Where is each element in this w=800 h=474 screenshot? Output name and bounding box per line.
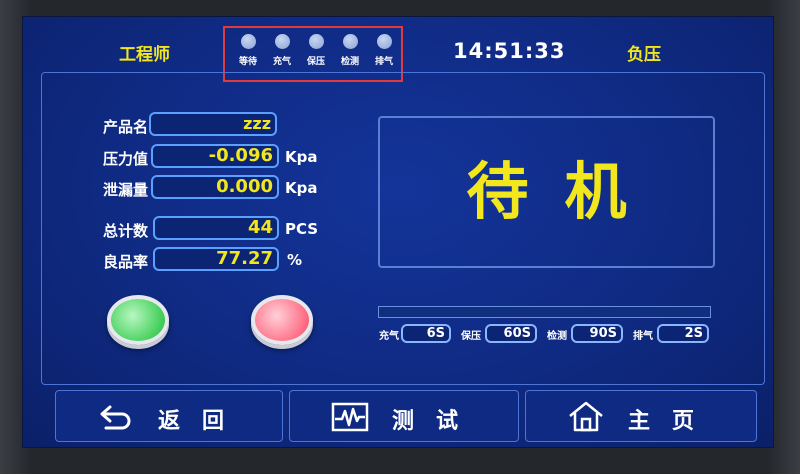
- led-detect: 检测: [335, 34, 365, 67]
- timer-exhaust-label: 排气: [633, 331, 653, 342]
- led-hold: 保压: [301, 34, 331, 67]
- start-button[interactable]: [107, 295, 169, 345]
- led-exhaust: 排气: [369, 34, 399, 67]
- total-count-value: 44: [153, 216, 279, 240]
- led-exhaust-icon: [376, 34, 392, 49]
- pressure-value: -0.096: [151, 144, 279, 168]
- back-button-label: 返回: [158, 409, 247, 434]
- stop-button[interactable]: [251, 295, 313, 345]
- waveform-icon: [331, 402, 369, 432]
- timer-detect-field[interactable]: 90S: [571, 324, 623, 343]
- home-button-label: 主页: [628, 409, 717, 434]
- timer-hold-field[interactable]: 60S: [485, 324, 537, 343]
- leak-value: 0.000: [151, 175, 279, 199]
- led-fill-icon: [274, 34, 290, 49]
- timer-detect-label: 检测: [547, 331, 567, 342]
- status-text: 待机: [466, 155, 663, 228]
- back-arrow-icon: [100, 405, 131, 430]
- back-button[interactable]: 返回: [55, 390, 283, 442]
- yield-label: 良品率: [102, 253, 148, 271]
- status-display: 待机: [378, 116, 715, 268]
- led-fill-label: 充气: [272, 57, 291, 67]
- led-exhaust-label: 排气: [374, 57, 393, 67]
- clock: 14:51:33: [453, 39, 566, 63]
- pressure-unit: Kpa: [285, 148, 318, 166]
- home-icon: [569, 401, 603, 432]
- led-detect-label: 检测: [340, 57, 359, 67]
- yield-unit: %: [287, 251, 303, 269]
- led-hold-icon: [308, 34, 324, 49]
- process-progress-bar: [378, 306, 711, 318]
- total-count-unit: PCS: [285, 220, 319, 238]
- product-label: 产品名: [102, 118, 148, 136]
- test-button[interactable]: 测试: [289, 390, 519, 442]
- timer-exhaust-field[interactable]: 2S: [657, 324, 709, 343]
- hmi-screen: 工程师 等待 充气 保压 检测 排气 14:51:33 负压 产品名 zzz 压…: [22, 16, 774, 448]
- timer-fill-field[interactable]: 6S: [401, 324, 451, 343]
- led-fill: 充气: [267, 34, 297, 67]
- user-role[interactable]: 工程师: [119, 40, 170, 65]
- mode-indicator[interactable]: 负压: [627, 40, 661, 65]
- test-button-label: 测试: [392, 409, 481, 434]
- yield-value: 77.27: [153, 247, 279, 271]
- pressure-label: 压力值: [102, 150, 148, 168]
- led-detect-icon: [342, 34, 358, 49]
- home-button[interactable]: 主页: [525, 390, 757, 442]
- timer-hold-label: 保压: [461, 331, 481, 342]
- led-hold-label: 保压: [306, 57, 325, 67]
- product-name-field[interactable]: zzz: [149, 112, 277, 136]
- leak-label: 泄漏量: [102, 181, 148, 199]
- leak-unit: Kpa: [285, 179, 318, 197]
- total-count-label: 总计数: [102, 222, 148, 240]
- timer-fill-label: 充气: [379, 331, 399, 342]
- led-wait-label: 等待: [238, 57, 257, 67]
- led-wait-icon: [240, 34, 256, 49]
- led-wait: 等待: [233, 34, 263, 67]
